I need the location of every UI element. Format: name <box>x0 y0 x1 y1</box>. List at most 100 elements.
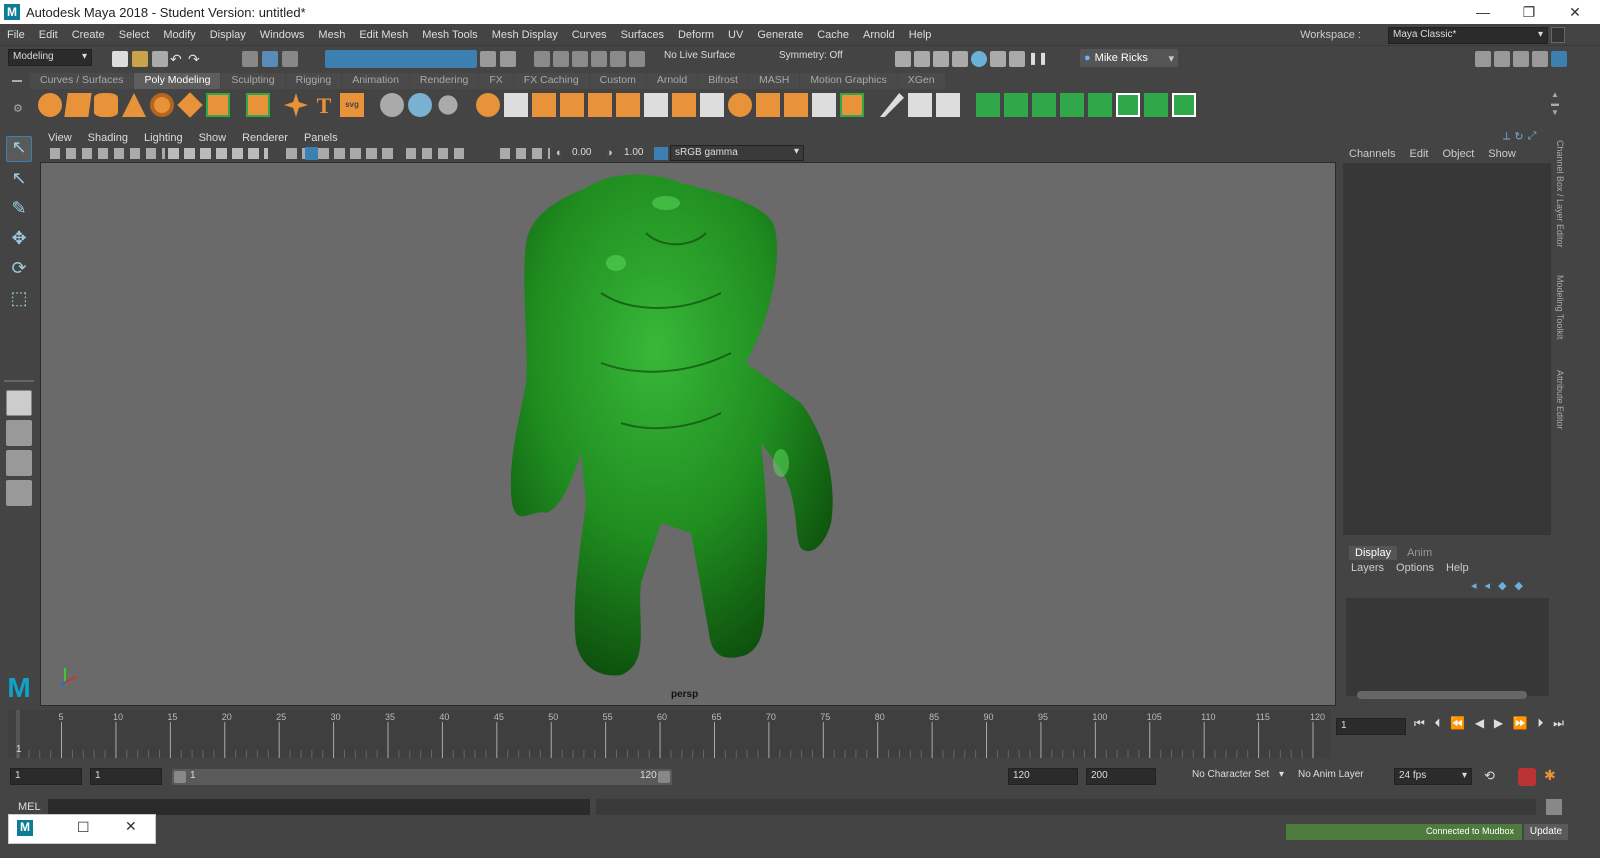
close-icon[interactable]: ✕ <box>125 818 137 835</box>
separate-icon[interactable] <box>504 93 528 117</box>
single-perspective-layout-icon[interactable] <box>6 390 32 416</box>
arnold-render-icon[interactable] <box>990 51 1006 67</box>
minimized-window-bar[interactable]: M ☐ ✕ <box>8 814 156 844</box>
refresh-icon[interactable]: ↻ <box>1514 130 1523 143</box>
smooth-shade-icon[interactable] <box>305 147 318 160</box>
lock-selection-icon[interactable] <box>480 51 496 67</box>
shelf-tab-animation[interactable]: Animation <box>342 73 409 89</box>
playback-start-field[interactable]: 1 <box>90 768 162 785</box>
shelf-tab-sculpting[interactable]: Sculpting <box>221 73 285 89</box>
ipr-render-icon[interactable] <box>933 51 949 67</box>
bridge-icon[interactable] <box>588 93 612 117</box>
symmetry-dropdown[interactable]: Symmetry: Off <box>775 49 855 66</box>
menu-create[interactable]: Create <box>65 29 112 41</box>
combine-icon[interactable] <box>476 93 500 117</box>
mirror-icon[interactable] <box>644 93 668 117</box>
live-surface-field[interactable]: No Live Surface <box>660 49 738 66</box>
menu-windows[interactable]: Windows <box>253 29 312 41</box>
step-back-frame-icon[interactable]: ⏪ <box>1450 716 1465 734</box>
menu-display[interactable]: Display <box>203 29 253 41</box>
transform-icon[interactable]: ⟂ <box>1503 130 1510 142</box>
paint-select-tool-icon[interactable]: ✎ <box>6 198 32 224</box>
collapse-icon[interactable] <box>812 93 836 117</box>
shelf-tab-poly-modeling[interactable]: Poly Modeling <box>134 73 221 89</box>
save-scene-icon[interactable] <box>152 51 168 67</box>
four-view-layout-icon[interactable] <box>6 420 32 446</box>
platonic-solid-icon[interactable] <box>246 93 270 117</box>
menu-help[interactable]: Help <box>902 29 939 41</box>
shelf-tab-mash[interactable]: MASH <box>748 73 800 89</box>
select-component-icon[interactable] <box>282 51 298 67</box>
menu-mesh-display[interactable]: Mesh Display <box>485 29 565 41</box>
select-hierarchy-icon[interactable] <box>242 51 258 67</box>
channel-box-menu-show[interactable]: Show <box>1488 148 1516 160</box>
menu-mesh[interactable]: Mesh <box>311 29 352 41</box>
new-empty-layer-icon[interactable]: ◆ <box>1498 579 1506 592</box>
character-set-dropdown[interactable]: No Character Set ▾ <box>1188 768 1286 785</box>
viewport-menu-renderer[interactable]: Renderer <box>234 132 296 144</box>
range-slider[interactable]: 1 120 <box>172 769 672 785</box>
bevel-icon[interactable] <box>616 93 640 117</box>
render-frame-icon[interactable] <box>914 51 930 67</box>
outliner-layout-icon[interactable] <box>6 480 32 506</box>
play-forwards-icon[interactable]: ▶ <box>1494 716 1503 734</box>
tab-modeling-toolkit[interactable]: Modeling Toolkit <box>1555 275 1565 339</box>
lock-icon[interactable] <box>1551 27 1565 43</box>
menu-file[interactable]: File <box>0 29 32 41</box>
close-button[interactable]: ✕ <box>1552 0 1598 24</box>
shelf-tab-custom[interactable]: Custom <box>589 73 646 89</box>
colorspace-dropdown[interactable]: sRGB gamma ▾ <box>670 145 804 161</box>
shelf-settings-icon[interactable]: ⚙ <box>13 102 23 115</box>
tab-channel-box-layer-editor[interactable]: Channel Box / Layer Editor <box>1555 140 1565 248</box>
script-editor-icon[interactable] <box>1546 799 1562 815</box>
multi-cut-icon[interactable] <box>728 93 752 117</box>
viewport-menu-show[interactable]: Show <box>191 132 235 144</box>
menu-curves[interactable]: Curves <box>565 29 614 41</box>
cylindrical-map-icon[interactable] <box>1004 93 1028 117</box>
insert-edge-loop-icon[interactable] <box>700 93 724 117</box>
script-language-label[interactable]: MEL <box>18 801 41 813</box>
menu-cache[interactable]: Cache <box>810 29 856 41</box>
shelf-tab-motion-graphics[interactable]: Motion Graphics <box>800 73 897 89</box>
snap-curve-icon[interactable] <box>553 51 569 67</box>
channel-box-menu-object[interactable]: Object <box>1442 148 1474 160</box>
quad-draw-icon[interactable] <box>936 93 960 117</box>
select-tool-icon[interactable]: ↖ <box>6 136 32 162</box>
shelf-tab-bifrost[interactable]: Bifrost <box>698 73 748 89</box>
planar-map-icon[interactable] <box>976 93 1000 117</box>
move-layer-up-icon[interactable]: ◂ <box>1471 579 1477 592</box>
tab-anim[interactable]: Anim <box>1397 546 1442 560</box>
rotate-tool-icon[interactable]: ⟳ <box>6 258 32 284</box>
scene-end-field[interactable]: 200 <box>1086 768 1156 785</box>
gamma-value[interactable]: 1.00 <box>624 147 643 158</box>
shelf-tab-fx[interactable]: FX <box>479 73 513 89</box>
menu-arnold[interactable]: Arnold <box>856 29 902 41</box>
character-controls-icon[interactable] <box>1494 51 1510 67</box>
poly-plane-icon[interactable] <box>177 92 203 118</box>
channel-box-icon[interactable] <box>1551 51 1567 67</box>
poly-cylinder-icon[interactable] <box>94 93 118 117</box>
camera-tools-group[interactable] <box>50 148 165 159</box>
select-by-vertex-icon[interactable] <box>380 93 404 117</box>
tab-attribute-editor[interactable]: Attribute Editor <box>1555 370 1565 430</box>
automatic-map-icon[interactable] <box>1060 93 1084 117</box>
time-slider[interactable]: 5 10 15 20 25 30 35 40 45 50 55 60 65 70 75 80 85 90 95 100… <box>8 710 1330 758</box>
step-forward-frame-icon[interactable]: ⏩ <box>1513 716 1528 734</box>
isolate-group[interactable] <box>500 148 550 159</box>
auto-key-icon[interactable] <box>1518 768 1536 786</box>
poly-torus-icon[interactable] <box>150 93 174 117</box>
shelf-tab-xgen[interactable]: XGen <box>897 73 945 89</box>
target-weld-icon[interactable] <box>756 93 780 117</box>
snap-point-icon[interactable] <box>572 51 588 67</box>
menu-uv[interactable]: UV <box>721 29 750 41</box>
restore-button[interactable]: ❐ <box>1506 0 1552 24</box>
pause-icon[interactable]: ❚❚ <box>1028 51 1048 67</box>
channel-box-menu-edit[interactable]: Edit <box>1409 148 1428 160</box>
restore-icon[interactable]: ☐ <box>77 819 90 836</box>
playback-end-field[interactable]: 120 <box>1008 768 1078 785</box>
snap-grid-icon[interactable] <box>534 51 550 67</box>
expand-icon[interactable]: ⤢ <box>1528 130 1537 142</box>
layer-menu-layers[interactable]: Layers <box>1351 562 1384 574</box>
select-object-icon[interactable] <box>262 51 278 67</box>
viewport-menu-panels[interactable]: Panels <box>296 132 346 144</box>
